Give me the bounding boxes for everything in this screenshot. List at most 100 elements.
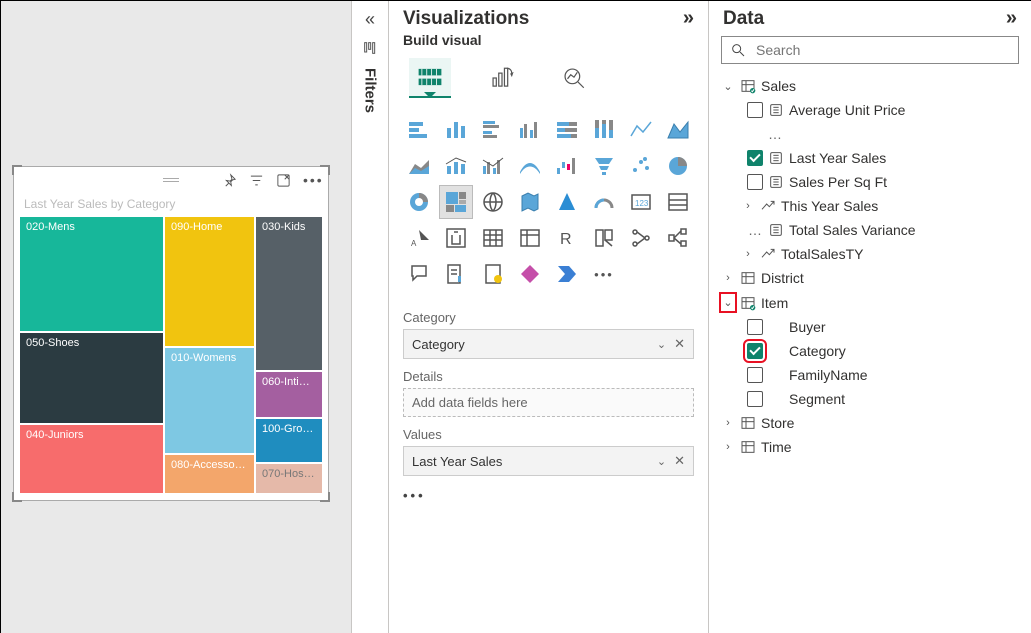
field-segment[interactable]: Segment [717, 387, 1023, 411]
treemap-visual[interactable]: ••• Last Year Sales by Category 020-Mens… [13, 166, 329, 501]
viz-table[interactable] [477, 222, 509, 254]
viz-ribbon[interactable] [514, 150, 546, 182]
treemap-cell[interactable]: 100-Groceries [256, 419, 322, 462]
remove-field-icon[interactable]: ✕ [674, 336, 685, 352]
viz-filled-map[interactable] [514, 186, 546, 218]
treemap-cell[interactable]: 020-Mens [20, 217, 163, 331]
viz-area[interactable] [662, 114, 694, 146]
viz-power-apps[interactable] [514, 258, 546, 290]
chevron-down-icon[interactable]: ⌄ [657, 455, 666, 468]
table-time[interactable]: › Time [717, 435, 1023, 459]
checkbox[interactable] [747, 367, 763, 383]
treemap-cell[interactable]: 050-Shoes [20, 333, 163, 423]
viz-power-automate[interactable] [551, 258, 583, 290]
remove-field-icon[interactable]: ✕ [674, 453, 685, 469]
viz-get-more[interactable]: ••• [588, 258, 620, 290]
viz-line-stacked-column[interactable] [440, 150, 472, 182]
table-item[interactable]: ⌄ Item [717, 290, 1023, 315]
viz-stacked-column[interactable] [440, 114, 472, 146]
viz-paginated-report[interactable] [477, 258, 509, 290]
viz-treemap[interactable] [440, 186, 472, 218]
treemap-cell[interactable]: 030-Kids [256, 217, 322, 370]
field-familyname[interactable]: FamilyName [717, 363, 1023, 387]
viz-decomposition-tree[interactable] [662, 222, 694, 254]
viz-stacked-bar[interactable] [403, 114, 435, 146]
viz-waterfall[interactable] [551, 150, 583, 182]
field-this-year-sales[interactable]: › This Year Sales [717, 194, 1023, 218]
viz-card[interactable]: 123 [625, 186, 657, 218]
build-visual-tab[interactable] [409, 58, 451, 98]
caret-right-icon[interactable]: › [721, 441, 735, 453]
focus-mode-icon[interactable] [276, 173, 291, 188]
search-input[interactable] [754, 41, 1010, 59]
viz-100-stacked-column[interactable] [588, 114, 620, 146]
collapse-data-icon[interactable]: » [1006, 7, 1017, 30]
field-average-unit-price[interactable]: Average Unit Price [717, 98, 1023, 122]
caret-right-icon[interactable]: › [721, 417, 735, 429]
collapse-viz-icon[interactable]: » [683, 7, 694, 30]
viz-clustered-column[interactable] [514, 114, 546, 146]
well-category[interactable]: Category ⌄✕ [403, 329, 694, 359]
treemap-cell[interactable]: 010-Womens [165, 348, 254, 453]
more-options-icon[interactable]: ••• [303, 173, 318, 188]
caret-right-icon[interactable]: › [721, 272, 735, 284]
checkbox-checked[interactable] [747, 150, 763, 166]
viz-smart-narrative[interactable] [440, 258, 472, 290]
field-total-sales-ty[interactable]: › TotalSalesTY [717, 242, 1023, 266]
table-store[interactable]: › Store [717, 411, 1023, 435]
caret-right-icon[interactable]: › [741, 248, 755, 260]
viz-map[interactable] [477, 186, 509, 218]
viz-python[interactable] [588, 222, 620, 254]
drag-handle-icon[interactable] [161, 178, 181, 182]
viz-azure-map[interactable] [551, 186, 583, 218]
viz-r[interactable]: R [551, 222, 583, 254]
field-last-year-sales[interactable]: Last Year Sales [717, 146, 1023, 170]
checkbox[interactable] [747, 174, 763, 190]
viz-donut[interactable] [403, 186, 435, 218]
viz-gauge[interactable] [588, 186, 620, 218]
pin-icon[interactable] [222, 173, 237, 188]
viz-clustered-bar[interactable] [477, 114, 509, 146]
viz-matrix[interactable] [514, 222, 546, 254]
viz-100-stacked-bar[interactable] [551, 114, 583, 146]
search-box[interactable] [721, 36, 1019, 64]
filter-icon[interactable] [249, 173, 264, 188]
viz-funnel[interactable] [588, 150, 620, 182]
checkbox[interactable] [747, 319, 763, 335]
well-details[interactable]: Add data fields here [403, 388, 694, 417]
filters-pane-collapsed[interactable]: « Filters [351, 1, 389, 633]
report-canvas[interactable]: ••• Last Year Sales by Category 020-Mens… [1, 1, 351, 633]
treemap-cell[interactable]: 060-Intimate [256, 372, 322, 417]
more-options-icon[interactable]: ••• [389, 480, 708, 511]
caret-right-icon[interactable]: › [741, 200, 755, 212]
table-sales[interactable]: ⌄ Sales [717, 74, 1023, 98]
viz-multirow-card[interactable] [662, 186, 694, 218]
expand-filters-icon[interactable]: « [365, 9, 375, 30]
treemap-cell[interactable]: 080-Accessories [165, 455, 254, 493]
viz-slicer[interactable] [440, 222, 472, 254]
chevron-down-icon[interactable]: ⌄ [657, 338, 666, 351]
viz-pie[interactable] [662, 150, 694, 182]
viz-line-clustered-column[interactable] [477, 150, 509, 182]
treemap-plot[interactable]: 020-Mens 090-Home 030-Kids 050-Shoes 010… [20, 217, 322, 493]
field-total-sales-variance[interactable]: … Total Sales Variance [717, 218, 1023, 242]
field-buyer[interactable]: Buyer [717, 315, 1023, 339]
format-visual-tab[interactable] [481, 58, 523, 98]
viz-qa[interactable] [403, 258, 435, 290]
checkbox-checked[interactable] [747, 343, 763, 359]
viz-scatter[interactable] [625, 150, 657, 182]
more-fields[interactable]: … [717, 122, 1023, 146]
checkbox[interactable] [747, 102, 763, 118]
viz-kpi[interactable]: A [403, 222, 435, 254]
caret-down-icon[interactable]: ⌄ [721, 294, 735, 311]
table-district[interactable]: › District [717, 266, 1023, 290]
treemap-cell[interactable]: 040-Juniors [20, 425, 163, 493]
analytics-tab[interactable] [553, 58, 595, 98]
checkbox[interactable] [747, 391, 763, 407]
field-category[interactable]: Category [717, 339, 1023, 363]
treemap-cell[interactable]: 070-Hosiery [256, 464, 322, 493]
viz-key-influencers[interactable] [625, 222, 657, 254]
caret-down-icon[interactable]: ⌄ [721, 80, 735, 93]
treemap-cell[interactable]: 090-Home [165, 217, 254, 346]
field-sales-per-sqft[interactable]: Sales Per Sq Ft [717, 170, 1023, 194]
